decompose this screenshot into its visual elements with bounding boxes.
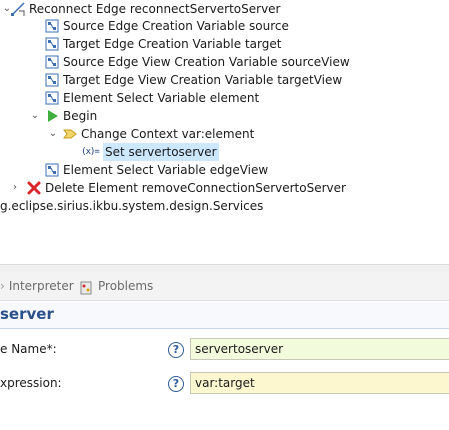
chevron-down-icon[interactable]: ⌄ (30, 111, 40, 121)
tree-item-label: Target Edge Creation Variable target (63, 37, 282, 51)
reconnect-edge-icon (10, 1, 26, 17)
tab-interpreter-label: Interpreter (8, 279, 74, 293)
feature-name-input[interactable]: servertoserver (190, 338, 449, 360)
tree-item-source-view-var[interactable]: Source Edge View Creation Variable sourc… (44, 53, 350, 71)
tab-interpreter[interactable]: › Interpreter (0, 272, 74, 300)
variable-icon (44, 90, 60, 106)
tree-item-element-var[interactable]: Element Select Variable element (44, 89, 259, 107)
feature-name-label: e Name*: (0, 342, 57, 356)
tree-item-label: Delete Element removeConnectionServertoS… (45, 181, 346, 195)
variable-icon (44, 18, 60, 34)
tab-problems[interactable]: Problems (78, 272, 153, 300)
properties-title: server (0, 305, 54, 323)
value-expression-label: xpression: (0, 376, 62, 390)
tree-item-target-var[interactable]: Target Edge Creation Variable target (44, 35, 281, 53)
tree-item-services[interactable]: g.eclipse.sirius.ikbu.system.design.Serv… (0, 197, 263, 215)
tree-item-label: Source Edge View Creation Variable sourc… (63, 55, 350, 69)
play-icon (44, 108, 60, 124)
problems-icon (78, 278, 94, 295)
feature-name-row: e Name*: ? servertoserver (0, 338, 449, 364)
model-tree: ⌄ Reconnect Edge reconnectServertoServer… (0, 0, 449, 262)
tree-item-reconnect-edge[interactable]: ⌄ Reconnect Edge reconnectServertoServer (3, 0, 281, 18)
delete-icon (26, 180, 42, 196)
value-expression-row: xpression: ? var:target (0, 372, 449, 398)
tree-item-label: Reconnect Edge reconnectServertoServer (29, 2, 281, 16)
tree-item-label: Element Select Variable edgeView (63, 163, 269, 177)
tree-item-begin[interactable]: ⌄ Begin (31, 107, 98, 125)
properties-header: server (0, 302, 449, 329)
variable-icon (44, 72, 60, 88)
tree-item-label: g.eclipse.sirius.ikbu.system.design.Serv… (0, 199, 264, 213)
tab-separator: › (0, 279, 5, 293)
help-icon[interactable]: ? (168, 376, 184, 392)
tree-item-delete-element[interactable]: › Delete Element removeConnectionServert… (13, 179, 346, 197)
tree-item-label: Set servertoserver (103, 143, 219, 161)
help-icon[interactable]: ? (168, 342, 184, 358)
variable-icon (44, 162, 60, 178)
change-context-icon (62, 126, 78, 142)
tree-item-edgeview-var[interactable]: Element Select Variable edgeView (44, 161, 268, 179)
set-value-icon: (x)= (81, 147, 100, 157)
tree-item-source-var[interactable]: Source Edge Creation Variable source (44, 17, 289, 35)
tree-item-set-servertoserver[interactable]: (x)= Set servertoserver (80, 143, 219, 161)
tree-item-label: Begin (63, 109, 98, 123)
tree-item-label: Change Context var:element (81, 127, 255, 141)
tab-problems-label: Problems (98, 279, 154, 293)
tree-item-label: Element Select Variable element (63, 91, 260, 105)
tree-item-label: Source Edge Creation Variable source (63, 19, 289, 33)
variable-icon (44, 36, 60, 52)
variable-icon (44, 54, 60, 70)
chevron-down-icon[interactable]: ⌄ (48, 129, 58, 139)
chevron-right-icon[interactable]: › (10, 183, 20, 193)
value-expression-input[interactable]: var:target (190, 372, 449, 394)
tree-item-target-view-var[interactable]: Target Edge View Creation Variable targe… (44, 71, 342, 89)
tree-item-label: Target Edge View Creation Variable targe… (63, 73, 343, 87)
view-tab-bar: › Interpreter Problems (0, 272, 449, 301)
tree-item-change-context[interactable]: ⌄ Change Context var:element (49, 125, 255, 143)
